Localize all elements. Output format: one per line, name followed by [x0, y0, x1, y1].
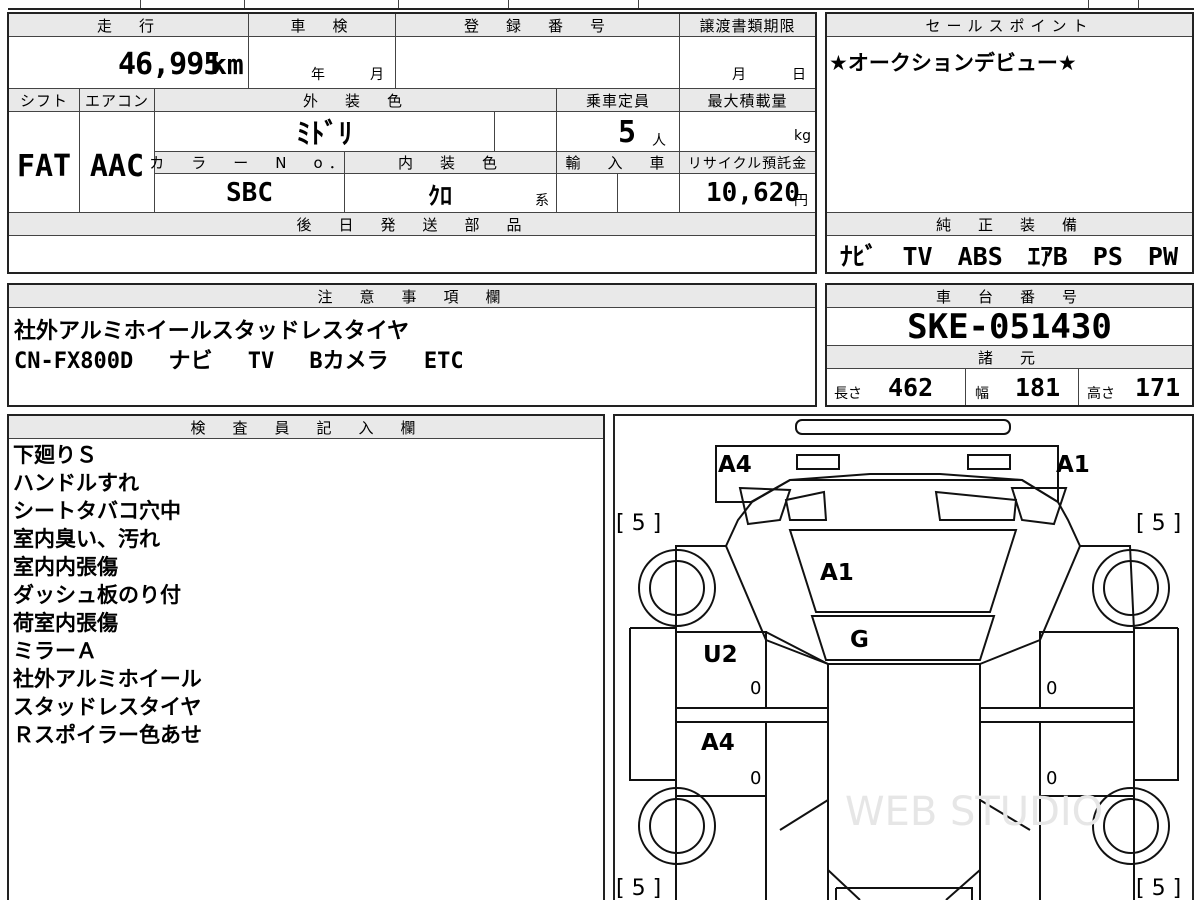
tire-label-front-right: [ 5 ]	[1136, 511, 1181, 536]
genuine-equipment-header: 純 正 装 備	[827, 213, 1192, 236]
later-parts-header: 後 日 発 送 部 品	[9, 213, 815, 236]
deadline-month-label: 月	[732, 67, 746, 83]
max-load-unit: kg	[794, 128, 811, 144]
watermark: WEB STUDIO	[845, 789, 1103, 835]
mileage-value: 46,995	[118, 46, 221, 82]
door-value-right-front: 0	[1046, 678, 1057, 699]
door-value-left-rear: 0	[750, 768, 761, 789]
color-no-value: SBC	[226, 178, 273, 208]
tire-label-rear-left: [ 5 ]	[616, 876, 661, 900]
mark-hood: G	[850, 627, 869, 653]
sales-point-header: セールスポイント	[827, 14, 1192, 37]
roof-front	[810, 615, 996, 661]
notes-line-2: CN-FX800D ナビ TV Bカメラ ETC	[14, 349, 464, 374]
width-label: 幅	[975, 386, 989, 402]
import-header: 輸 入 車	[557, 152, 679, 174]
inspector-line: ダッシュ板のり付	[13, 583, 181, 607]
height-label: 高さ	[1087, 386, 1115, 402]
registration-header: 登 録 番 号	[396, 14, 679, 37]
width-value: 181	[1015, 372, 1061, 402]
cowl	[784, 490, 1018, 521]
shift-header: シフト	[9, 89, 79, 112]
capacity-header: 乗車定員	[557, 89, 679, 112]
interior-color-header: 内 装 色	[345, 152, 556, 174]
inspector-line: 下廻りＳ	[13, 443, 97, 467]
body-outline	[675, 479, 1135, 900]
inspector-line: 社外アルミホイール	[13, 667, 202, 691]
shift-value: FAT	[16, 148, 72, 184]
top-cutoff-strip	[8, 0, 1194, 10]
exterior-color-header: 外 装 色	[155, 89, 556, 112]
door-value-left-front: 0	[750, 678, 761, 699]
mark-front-right: A1	[1056, 452, 1090, 478]
notes-header: 注 意 事 項 欄	[9, 285, 815, 308]
aircon-header: エアコン	[80, 89, 154, 112]
inspector-line: 室内臭い、汚れ	[13, 527, 160, 551]
notes-line-1: 社外アルミホイールスタッドレスタイヤ	[14, 319, 410, 344]
car-diagram: WEB STUDIO A4 A1 A1 G U2 A4 [ 5 ] [ 5 ] …	[616, 419, 1181, 900]
aircon-value: AAC	[89, 148, 145, 184]
mark-front-left: A4	[718, 452, 752, 478]
left-headlight	[796, 454, 840, 470]
sales-point-text: ★オークションデビュー★	[829, 51, 1077, 75]
color-no-header: カ ラ ー N o．	[149, 152, 350, 174]
dimensions-header: 諸 元	[827, 346, 1192, 369]
right-headlight	[967, 454, 1011, 470]
inspector-line: Ｒスポイラー色あせ	[13, 723, 202, 747]
length-label: 長さ	[834, 386, 862, 402]
chassis-number: SKE-051430	[907, 307, 1112, 347]
chassis-header: 車 台 番 号	[827, 285, 1192, 308]
inspector-line: ハンドルすれ	[13, 471, 139, 495]
mark-left-front-door: U2	[703, 642, 738, 668]
recycle-header: リサイクル預託金	[680, 152, 815, 174]
mileage-header: 走 行	[9, 14, 248, 37]
capacity-value: 5	[618, 114, 637, 150]
recycle-unit: 円	[794, 193, 808, 209]
deadline-day-label: 日	[792, 67, 806, 83]
roof	[827, 663, 981, 900]
max-load-header: 最大積載量	[680, 89, 815, 112]
inspection-header: 車 検	[249, 14, 395, 37]
mark-windshield: A1	[820, 560, 854, 586]
inspector-line: 荷室内張傷	[13, 611, 118, 635]
inspector-line: シートタバコ穴中	[13, 499, 181, 523]
inspector-notes: 下廻りＳ ハンドルすれ シートタバコ穴中 室内臭い、汚れ 室内内張傷 ダッシュ板…	[13, 441, 202, 749]
inspector-line: スタッドレスタイヤ	[13, 695, 202, 719]
inspection-month-label: 月	[370, 67, 384, 83]
genuine-equipment-items: ﾅﾋﾞ TV ABS ｴｱB PS PW	[840, 242, 1179, 271]
exterior-color-value: ﾐﾄﾞﾘ	[296, 117, 353, 150]
tire-label-front-left: [ 5 ]	[616, 511, 661, 536]
height-value: 171	[1135, 372, 1181, 402]
inspection-year-label: 年	[311, 67, 325, 83]
transfer-deadline-header: 譲渡書類期限	[680, 14, 815, 37]
tire-label-rear-right: [ 5 ]	[1136, 876, 1181, 900]
inspector-line: ミラーＡ	[13, 639, 97, 663]
mark-left-rear-door: A4	[701, 730, 735, 756]
mileage-unit: km	[210, 47, 244, 81]
interior-color-value: ｸﾛ	[428, 181, 452, 210]
front-emblem	[795, 419, 1011, 435]
capacity-unit: 人	[652, 133, 666, 149]
recycle-fee-value: 10,620	[706, 178, 800, 208]
inspector-line: 室内内張傷	[13, 555, 118, 579]
length-value: 462	[888, 372, 934, 402]
door-value-right-rear: 0	[1046, 768, 1057, 789]
interior-suffix: 系	[535, 193, 549, 209]
inspector-header: 検 査 員 記 入 欄	[9, 416, 603, 439]
